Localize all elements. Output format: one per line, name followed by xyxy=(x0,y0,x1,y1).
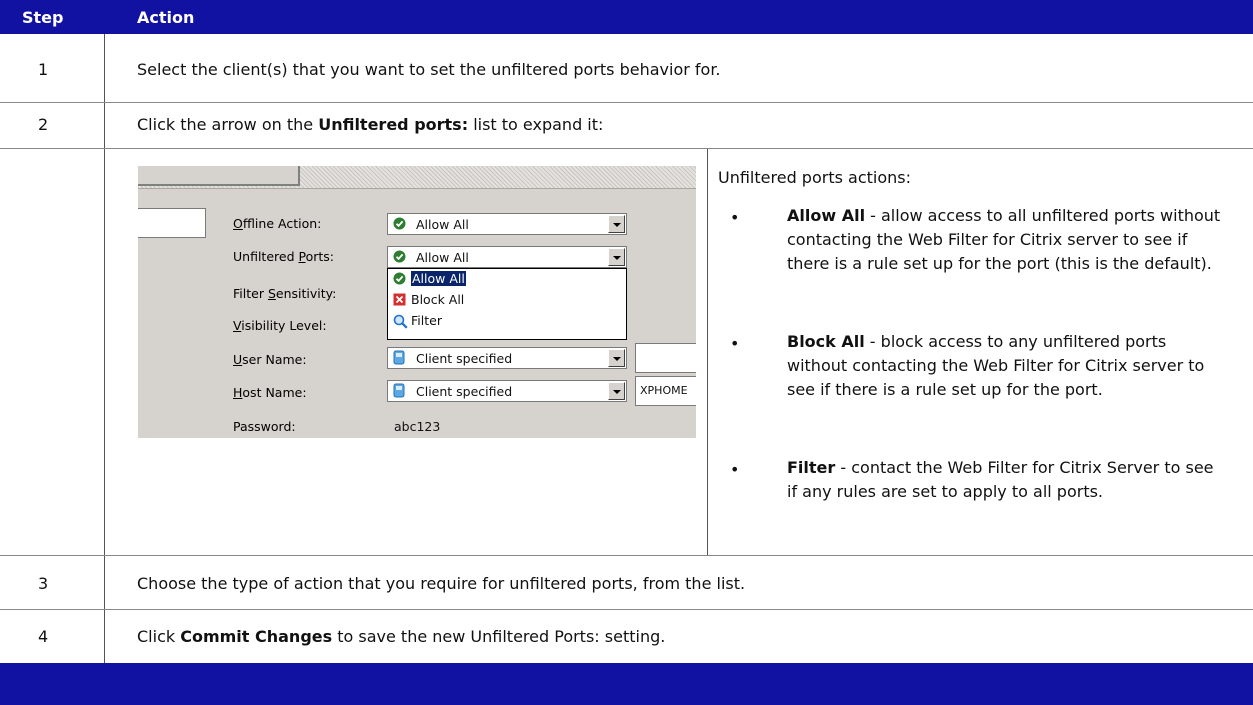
tab[interactable] xyxy=(138,166,300,186)
screenshot-divider xyxy=(707,148,708,555)
action-filter-description: Filter - contact the Web Filter for Citr… xyxy=(787,458,1214,501)
password-label: Password: xyxy=(233,419,296,434)
host-side-text: XPHOME xyxy=(640,384,688,397)
row-divider xyxy=(0,609,1253,610)
step-number: 3 xyxy=(38,574,49,593)
step-text: Choose the type of action that you requi… xyxy=(137,574,746,593)
check-icon xyxy=(393,272,406,285)
bullet: • xyxy=(730,334,740,353)
user-name-label: User Name: xyxy=(233,352,307,367)
step-number: 2 xyxy=(38,115,49,134)
step-number: 1 xyxy=(38,60,49,79)
text-field[interactable] xyxy=(138,208,206,238)
action-allow-all-description: Allow All - allow access to all unfilter… xyxy=(787,206,1221,273)
user-name-select[interactable]: Client specified xyxy=(387,347,627,369)
header-action: Action xyxy=(137,8,195,27)
user-name-side-field[interactable] xyxy=(635,343,696,373)
unfiltered-ports-select[interactable]: Allow All xyxy=(387,246,627,268)
block-icon xyxy=(393,293,406,306)
actions-title: Unfiltered ports actions: xyxy=(718,168,911,187)
dropdown-option-label: Allow All xyxy=(410,270,467,287)
tab-strip xyxy=(138,166,696,189)
visibility-level-label: Visibility Level: xyxy=(233,318,327,333)
user-name-value: Client specified xyxy=(416,351,513,366)
host-name-side-field[interactable]: XPHOME xyxy=(635,376,696,406)
dropdown-arrow-button[interactable] xyxy=(608,215,625,233)
magnifier-icon xyxy=(393,314,408,329)
dropdown-option-label: Filter xyxy=(411,313,442,328)
password-value: abc123 xyxy=(394,419,441,434)
dropdown-arrow-button[interactable] xyxy=(608,349,625,367)
settings-screenshot: Offline Action: Allow All Unfiltered Por… xyxy=(138,166,696,438)
unfiltered-ports-value: Allow All xyxy=(416,250,469,265)
bullet: • xyxy=(730,460,740,479)
offline-action-label: Offline Action: xyxy=(233,216,322,231)
bullet: • xyxy=(730,208,740,227)
row-divider xyxy=(0,102,1253,103)
host-name-value: Client specified xyxy=(416,384,513,399)
unfiltered-ports-dropdown-list: Allow All Block All Filter xyxy=(387,268,627,340)
client-icon xyxy=(393,350,405,365)
host-name-label: Host Name: xyxy=(233,385,307,400)
table-footer xyxy=(0,663,1253,705)
dropdown-option-label: Block All xyxy=(411,292,465,307)
step-number: 4 xyxy=(38,627,49,646)
dropdown-arrow-button[interactable] xyxy=(608,382,625,400)
action-block-all-description: Block All - block access to any unfilter… xyxy=(787,332,1205,399)
offline-action-value: Allow All xyxy=(416,217,469,232)
step-text: Click Commit Changes to save the new Unf… xyxy=(137,627,666,646)
step-text: Select the client(s) that you want to se… xyxy=(137,60,721,79)
dropdown-arrow-button[interactable] xyxy=(608,248,625,266)
column-divider xyxy=(104,34,105,663)
filter-sensitivity-label: Filter Sensitivity: xyxy=(233,286,337,301)
row-divider xyxy=(0,148,1253,149)
check-icon xyxy=(393,250,406,263)
table-header: Step Action xyxy=(0,0,1253,34)
header-step: Step xyxy=(22,8,64,27)
offline-action-select[interactable]: Allow All xyxy=(387,213,627,235)
row-divider xyxy=(0,555,1253,556)
check-icon xyxy=(393,217,406,230)
host-name-select[interactable]: Client specified xyxy=(387,380,627,402)
step-text: Click the arrow on the Unfiltered ports:… xyxy=(137,115,604,134)
unfiltered-ports-label: Unfiltered Ports: xyxy=(233,249,334,264)
client-icon xyxy=(393,383,405,398)
